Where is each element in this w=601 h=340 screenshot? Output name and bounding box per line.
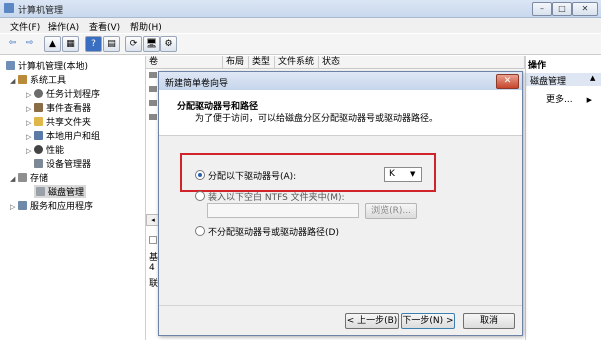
browse-button[interactable]: 浏览(R)... bbox=[365, 203, 417, 219]
option-no-drive-letter[interactable]: 不分配驱动器号或驱动器路径(D) bbox=[195, 225, 339, 238]
chevron-right-icon: ▷ bbox=[26, 119, 32, 127]
computer-icon[interactable]: 🖥 bbox=[143, 36, 160, 52]
column-type[interactable]: 类型 bbox=[249, 56, 275, 69]
device-icon bbox=[34, 159, 43, 168]
event-log-icon bbox=[34, 103, 43, 112]
help-icon[interactable]: ? bbox=[85, 36, 102, 52]
chevron-right-icon: ▷ bbox=[10, 203, 16, 211]
disk-icon bbox=[36, 187, 45, 196]
volume-row-icon bbox=[149, 72, 157, 78]
next-button[interactable]: 下一步(N) > bbox=[401, 313, 455, 329]
minimize-button[interactable]: – bbox=[532, 2, 552, 16]
volume-row-icon bbox=[149, 86, 157, 92]
tree-performance[interactable]: ▷ 性能 bbox=[26, 143, 64, 156]
menu-action[interactable]: 操作(A) bbox=[48, 20, 79, 33]
column-volume[interactable]: 卷 bbox=[146, 56, 223, 69]
radio-unselected-icon bbox=[195, 226, 205, 236]
disk-icon bbox=[149, 236, 157, 244]
maximize-button[interactable]: □ bbox=[552, 2, 572, 16]
disk-info-strip: 基 4 联 bbox=[146, 230, 158, 340]
back-button[interactable]: < 上一步(B) bbox=[345, 313, 399, 329]
volume-row-icon bbox=[149, 114, 157, 120]
performance-icon bbox=[34, 145, 43, 154]
back-arrow-icon[interactable]: ⇦ bbox=[5, 36, 20, 50]
chevron-down-icon: ◢ bbox=[10, 77, 16, 85]
refresh-icon[interactable]: ⟳ bbox=[125, 36, 142, 52]
tools-icon bbox=[18, 75, 27, 84]
cancel-button[interactable]: 取消 bbox=[463, 313, 515, 329]
actions-section-disk-management[interactable]: 磁盘管理 ▲ bbox=[526, 73, 601, 87]
actions-header: 操作 bbox=[528, 61, 547, 71]
properties-icon[interactable]: ⚙ bbox=[160, 36, 177, 52]
chevron-right-icon: ▷ bbox=[26, 133, 32, 141]
window-titlebar: 计算机管理 – □ ✕ bbox=[0, 0, 601, 18]
chevron-down-icon: ◢ bbox=[10, 175, 16, 183]
show-actions-icon[interactable]: ▤ bbox=[103, 36, 120, 52]
option-mount-ntfs-folder[interactable]: 装入以下空白 NTFS 文件夹中(M): bbox=[195, 190, 345, 203]
radio-selected-icon bbox=[195, 170, 205, 180]
menu-bar: 文件(F) 操作(A) 查看(V) 帮助(H) bbox=[0, 18, 601, 33]
new-simple-volume-wizard: 新建简单卷向导 ✕ 分配驱动器号和路径 为了便于访问，可以给磁盘分区分配驱动器号… bbox=[158, 71, 523, 336]
dialog-close-button[interactable]: ✕ bbox=[496, 74, 519, 89]
chevron-right-icon: ▷ bbox=[26, 105, 32, 113]
disk-status-fragment: 联 bbox=[149, 279, 159, 289]
computer-management-icon bbox=[4, 3, 14, 13]
dialog-title: 新建简单卷向导 bbox=[165, 79, 229, 89]
tree-local-users[interactable]: ▷ 本地用户和组 bbox=[26, 129, 100, 142]
option-assign-drive-letter[interactable]: 分配以下驱动器号(A): bbox=[195, 169, 296, 182]
radio-unselected-icon bbox=[195, 191, 205, 201]
drive-letter-select[interactable]: K ▼ bbox=[384, 167, 422, 182]
menu-view[interactable]: 查看(V) bbox=[89, 20, 120, 33]
drive-letter-value: K bbox=[389, 169, 395, 179]
actions-section-label: 磁盘管理 bbox=[530, 77, 567, 87]
dropdown-arrow-icon: ▼ bbox=[410, 170, 416, 178]
tree-event-viewer[interactable]: ▷ 事件查看器 bbox=[26, 101, 91, 114]
dialog-titlebar: 新建简单卷向导 ✕ bbox=[159, 72, 522, 90]
toolbar: ⇦ ⇨ ▲ ▦ ? ▤ ⟳ 🖥 ⚙ bbox=[0, 34, 601, 55]
volume-row-icon bbox=[149, 100, 157, 106]
collapse-up-icon: ▲ bbox=[590, 74, 596, 82]
actions-more[interactable]: 更多... ▶ bbox=[546, 92, 592, 105]
storage-icon bbox=[18, 173, 27, 182]
show-tree-icon[interactable]: ▦ bbox=[62, 36, 79, 52]
chevron-right-icon: ▶ bbox=[586, 96, 592, 104]
window-title: 计算机管理 bbox=[18, 6, 64, 16]
folder-icon bbox=[34, 117, 43, 126]
menu-help[interactable]: 帮助(H) bbox=[130, 20, 162, 33]
computer-icon bbox=[6, 61, 15, 70]
column-status[interactable]: 状态 bbox=[319, 56, 525, 69]
tree-storage[interactable]: ◢ 存储 bbox=[10, 171, 48, 184]
column-filesystem[interactable]: 文件系统 bbox=[275, 56, 319, 69]
dialog-header-panel: 分配驱动器号和路径 为了便于访问，可以给磁盘分区分配驱动器号或驱动器路径。 bbox=[159, 90, 522, 136]
chevron-right-icon: ▷ bbox=[26, 147, 32, 155]
footer-divider bbox=[159, 305, 522, 306]
tree-shared-folders[interactable]: ▷ 共享文件夹 bbox=[26, 115, 91, 128]
services-icon bbox=[18, 201, 27, 210]
clock-icon bbox=[34, 89, 43, 98]
tree-system-tools[interactable]: ◢ 系统工具 bbox=[10, 73, 66, 86]
users-icon bbox=[34, 131, 43, 140]
tree-device-manager[interactable]: 设备管理器 bbox=[34, 157, 91, 170]
navigation-tree: 计算机管理(本地) ◢ 系统工具 ▷ 任务计划程序 ▷ 事件查看器 ▷ 共享文件夹 ▷ 本… bbox=[0, 56, 146, 340]
tree-services-apps[interactable]: ▷ 服务和应用程序 bbox=[10, 199, 93, 212]
dialog-subheading: 为了便于访问，可以给磁盘分区分配驱动器号或驱动器路径。 bbox=[195, 114, 439, 124]
tree-task-scheduler[interactable]: ▷ 任务计划程序 bbox=[26, 87, 100, 100]
column-layout[interactable]: 布局 bbox=[223, 56, 249, 69]
chevron-right-icon: ▷ bbox=[26, 91, 32, 99]
forward-arrow-icon[interactable]: ⇨ bbox=[22, 36, 37, 50]
disk-label-fragment: 基 bbox=[149, 253, 159, 263]
menu-file[interactable]: 文件(F) bbox=[10, 20, 40, 33]
tree-root[interactable]: 计算机管理(本地) bbox=[6, 59, 88, 72]
disk-size-fragment: 4 bbox=[149, 263, 155, 273]
up-level-icon[interactable]: ▲ bbox=[44, 36, 61, 52]
close-button[interactable]: ✕ bbox=[572, 2, 598, 16]
folder-path-input[interactable] bbox=[207, 203, 359, 218]
tree-disk-management[interactable]: 磁盘管理 bbox=[34, 185, 87, 198]
actions-pane: 操作 磁盘管理 ▲ 更多... ▶ bbox=[525, 56, 601, 340]
